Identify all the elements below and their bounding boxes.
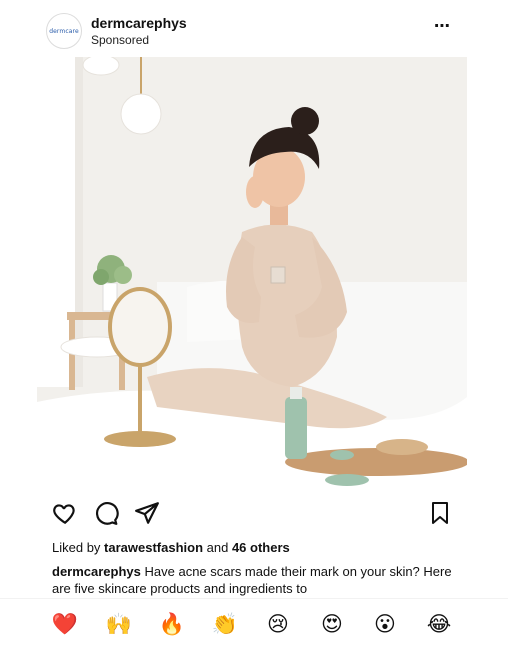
- bookmark-icon[interactable]: [428, 500, 452, 531]
- raising-hands-reaction[interactable]: 🙌: [105, 611, 133, 637]
- likes-prefix: Liked by: [52, 540, 105, 555]
- post-photo-illustration: [37, 57, 467, 488]
- action-bar: [0, 500, 508, 532]
- clapping-hands-reaction[interactable]: 👏: [211, 611, 239, 637]
- likes-count[interactable]: 46 others: [232, 540, 290, 555]
- heart-eyes-reaction[interactable]: 😍: [318, 611, 346, 637]
- tears-of-joy-reaction[interactable]: 😂: [425, 611, 453, 637]
- likes-mid: and: [203, 540, 232, 555]
- more-options-icon[interactable]: ⋯: [434, 16, 451, 36]
- avatar-logo-text: dermcare: [49, 27, 79, 35]
- sponsored-label: Sponsored: [91, 33, 150, 47]
- avatar[interactable]: dermcare: [46, 13, 82, 49]
- crying-face-reaction[interactable]: 😢: [264, 611, 292, 637]
- red-heart-reaction[interactable]: ❤️: [51, 611, 79, 637]
- share-icon[interactable]: [134, 500, 160, 531]
- post-caption: dermcarephys Have acne scars made their …: [52, 563, 462, 597]
- fire-reaction[interactable]: 🔥: [158, 611, 186, 637]
- username[interactable]: dermcarephys: [91, 15, 187, 31]
- likes-summary: Liked by tarawestfashion and 46 others: [52, 540, 290, 555]
- post-image[interactable]: [37, 57, 467, 488]
- comment-icon[interactable]: [93, 500, 119, 531]
- liked-by-user[interactable]: tarawestfashion: [104, 540, 203, 555]
- post-header: dermcare dermcarephys Sponsored ⋯: [0, 0, 508, 58]
- reaction-bar: ❤️ 🙌 🔥 👏 😢 😍 😮 😂: [0, 598, 508, 651]
- caption-username[interactable]: dermcarephys: [52, 564, 141, 579]
- heart-icon[interactable]: [52, 500, 78, 531]
- surprised-face-reaction[interactable]: 😮: [371, 611, 399, 637]
